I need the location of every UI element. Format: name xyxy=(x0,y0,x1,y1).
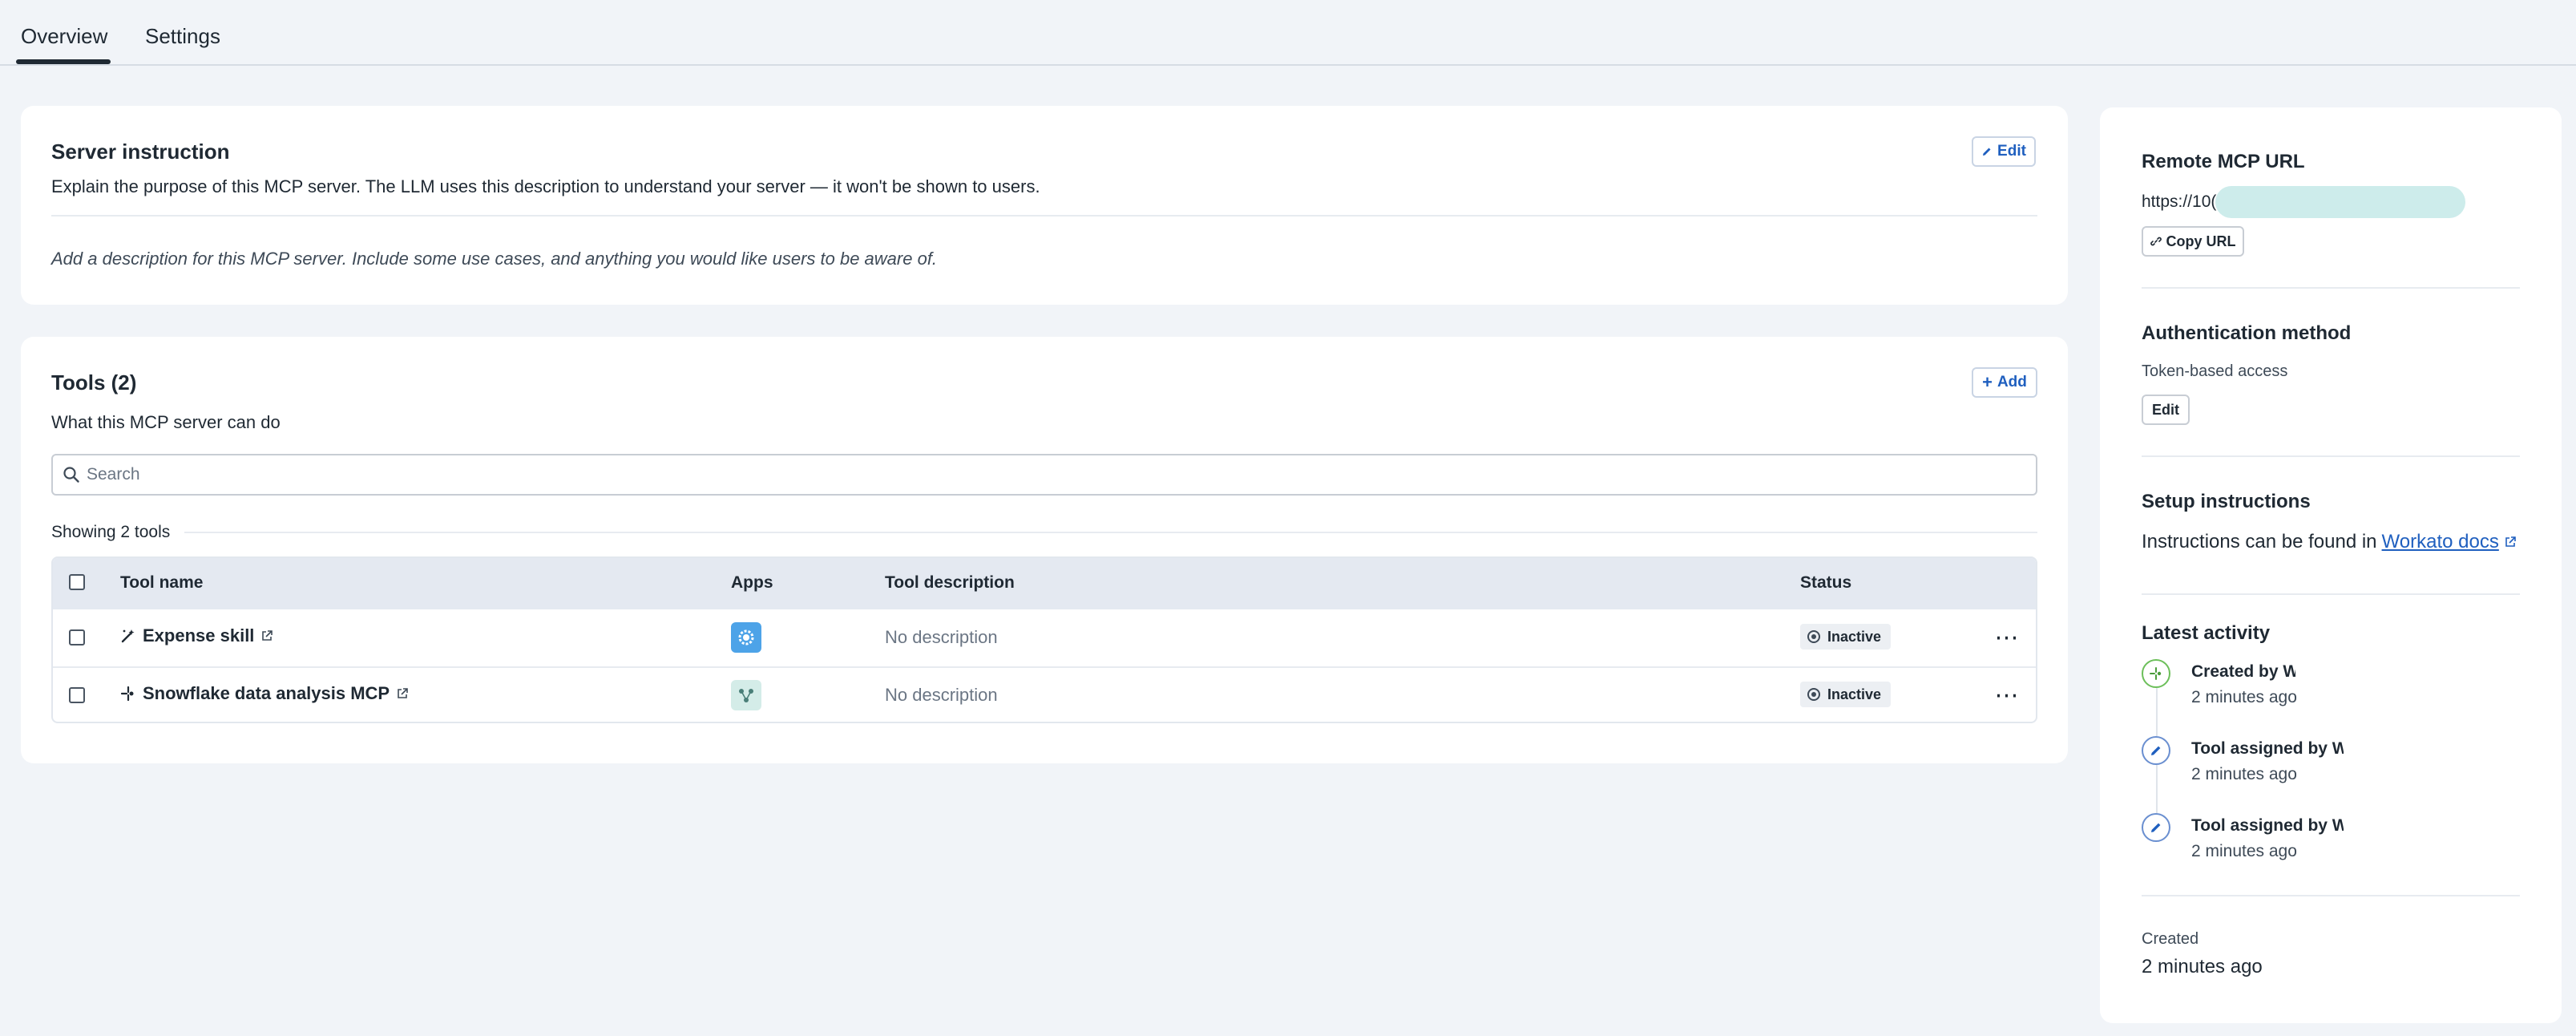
edit-auth-label: Edit xyxy=(2152,401,2179,418)
activity-time: 2 minutes ago xyxy=(2191,765,2297,783)
status-label: Inactive xyxy=(1827,628,1882,645)
inactive-status-icon xyxy=(1807,630,1820,643)
tool-description: No description xyxy=(885,685,998,705)
created-value: 2 minutes ago xyxy=(2142,956,2263,977)
activity-time: 2 minutes ago xyxy=(2191,842,2297,860)
magic-wand-icon xyxy=(121,629,135,643)
timeline-line xyxy=(2156,765,2158,813)
status-badge: Inactive xyxy=(1800,624,1892,650)
workato-docs-link[interactable]: Workato docs xyxy=(2382,531,2499,553)
mcp-nodes-icon xyxy=(120,686,134,702)
tool-name-link[interactable]: Snowflake data analysis MCP xyxy=(120,683,409,704)
row-checkbox[interactable] xyxy=(69,629,85,645)
divider xyxy=(2142,593,2520,595)
add-label: Add xyxy=(1997,374,2027,391)
created-label: Created xyxy=(2142,930,2199,948)
more-actions-button[interactable]: ⋯ xyxy=(1991,625,2023,651)
setup-instructions-title: Setup instructions xyxy=(2142,491,2311,512)
column-apps: Apps xyxy=(731,573,773,592)
column-status: Status xyxy=(1800,573,1852,592)
table-header: Tool name Apps Tool description Status xyxy=(53,558,2036,609)
showing-divider xyxy=(184,532,2037,533)
more-actions-button[interactable]: ⋯ xyxy=(1991,682,2023,709)
search-icon xyxy=(63,467,79,483)
latest-activity-title: Latest activity xyxy=(2142,622,2271,644)
tool-name: Expense skill xyxy=(143,625,255,645)
setup-text: Instructions can be found in xyxy=(2142,531,2377,552)
tab-bar: Overview Settings xyxy=(0,0,2576,66)
tools-subtitle: What this MCP server can do xyxy=(51,412,281,432)
edit-label: Edit xyxy=(1997,143,2026,160)
column-tool-name[interactable]: Tool name xyxy=(120,573,203,593)
activity-title: Tool assigned by W xyxy=(2191,816,2344,835)
setup-instructions-text: Instructions can be found in Workato doc… xyxy=(2142,531,2517,553)
plus-icon: + xyxy=(1982,372,1993,392)
gear-app-icon xyxy=(731,622,761,653)
tool-search[interactable] xyxy=(51,454,2037,496)
server-instruction-title: Server instruction xyxy=(51,140,230,164)
timeline-line xyxy=(2156,688,2158,736)
pencil-icon xyxy=(2142,813,2170,842)
description-placeholder[interactable]: Add a description for this MCP server. I… xyxy=(51,249,937,269)
external-link-icon xyxy=(262,630,273,641)
edit-instruction-button[interactable]: Edit xyxy=(1972,136,2036,167)
auth-method-value: Token-based access xyxy=(2142,362,2288,380)
remote-url-title: Remote MCP URL xyxy=(2142,151,2305,172)
search-input[interactable] xyxy=(87,460,2026,489)
divider xyxy=(2142,455,2520,457)
link-icon xyxy=(2150,237,2162,246)
activity-time: 2 minutes ago xyxy=(2191,688,2297,706)
tool-name: Snowflake data analysis MCP xyxy=(143,683,390,703)
tab-settings[interactable]: Settings xyxy=(145,24,220,49)
copy-url-button[interactable]: Copy URL xyxy=(2142,226,2244,257)
row-checkbox[interactable] xyxy=(69,687,85,703)
remote-url-value: https://10( xyxy=(2142,192,2217,211)
created-icon xyxy=(2142,659,2170,688)
tools-title: Tools (2) xyxy=(51,370,137,395)
divider xyxy=(51,215,2037,217)
divider xyxy=(2142,895,2520,896)
select-all-checkbox[interactable] xyxy=(69,574,85,590)
edit-auth-button[interactable]: Edit xyxy=(2142,395,2190,425)
table-row[interactable]: Expense skill No description Inactive ⋯ xyxy=(53,609,2036,666)
add-tool-button[interactable]: + Add xyxy=(1972,367,2037,398)
divider xyxy=(2142,287,2520,289)
showing-count: Showing 2 tools xyxy=(51,523,171,541)
tab-overview[interactable]: Overview xyxy=(21,24,107,49)
tools-table: Tool name Apps Tool description Status E… xyxy=(51,556,2037,723)
activity-title: Created by W xyxy=(2191,662,2295,681)
server-instruction-card: Server instruction Edit Explain the purp… xyxy=(21,106,2068,305)
copy-url-label: Copy URL xyxy=(2166,233,2236,249)
external-link-icon xyxy=(2505,536,2516,547)
status-badge: Inactive xyxy=(1800,682,1892,707)
server-instruction-subtitle: Explain the purpose of this MCP server. … xyxy=(51,176,1040,196)
active-tab-indicator xyxy=(16,59,111,64)
column-tool-description: Tool description xyxy=(885,573,1015,592)
inactive-status-icon xyxy=(1807,688,1820,701)
nodes-app-icon xyxy=(731,680,761,710)
table-row[interactable]: Snowflake data analysis MCP No descripti… xyxy=(53,666,2036,722)
external-link-icon xyxy=(398,688,408,698)
status-label: Inactive xyxy=(1827,686,1882,702)
tool-description: No description xyxy=(885,627,998,647)
activity-title: Tool assigned by W xyxy=(2191,739,2344,758)
pencil-icon xyxy=(2142,736,2170,765)
pencil-icon xyxy=(1983,148,1991,156)
tool-name-link[interactable]: Expense skill xyxy=(120,625,273,646)
url-redaction xyxy=(2215,186,2465,218)
auth-method-title: Authentication method xyxy=(2142,322,2352,344)
